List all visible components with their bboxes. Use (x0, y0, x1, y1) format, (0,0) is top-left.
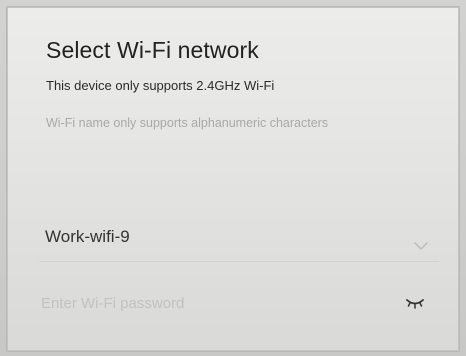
band-support-notice: This device only supports 2.4GHz Wi-Fi (46, 78, 275, 93)
network-select[interactable]: Work-wifi-9 (39, 221, 439, 262)
selected-network-name: Work-wifi-9 (45, 227, 130, 246)
password-input[interactable] (39, 285, 381, 321)
chevron-down-icon (414, 242, 428, 250)
ssid-character-hint: Wi-Fi name only supports alphanumeric ch… (46, 116, 329, 130)
screen-background: Select Wi-Fi network This device only su… (0, 0, 466, 356)
dialog-title: Select Wi-Fi network (46, 37, 259, 63)
password-field (39, 285, 439, 325)
eye-closed-icon[interactable] (405, 297, 425, 309)
wifi-setup-dialog: Select Wi-Fi network This device only su… (6, 6, 460, 352)
